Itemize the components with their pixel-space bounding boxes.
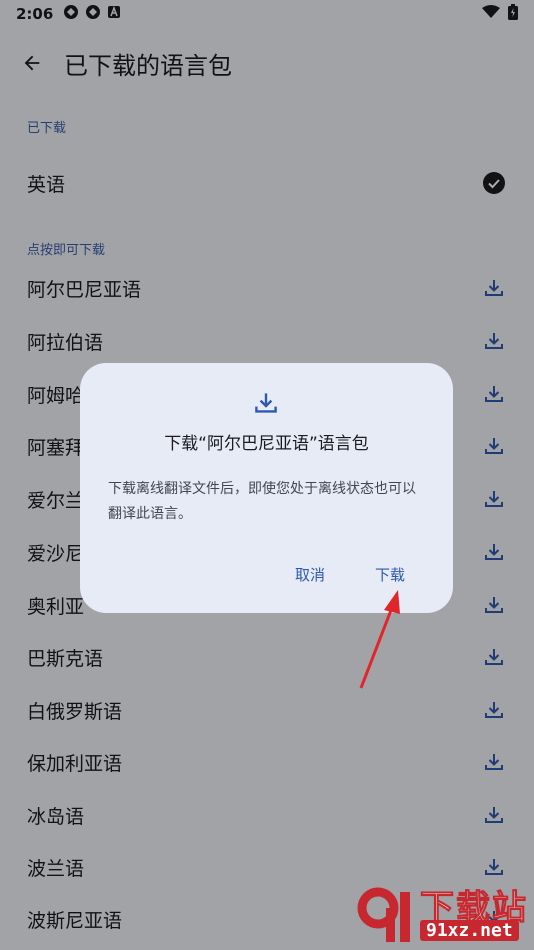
dialog-title: 下载“阿尔巴尼亚语”语言包 (164, 434, 369, 454)
download-button[interactable]: 下载 (365, 559, 415, 589)
watermark-logo-icon (357, 887, 410, 942)
watermark-url: 91xz.net (420, 920, 519, 941)
download-icon (255, 393, 277, 413)
dialog-message: 下载离线翻译文件后，即使您处于离线状态也可以翻译此语言。 (108, 481, 416, 522)
watermark: 下载站 91xz.net (354, 880, 528, 948)
download-dialog: 下载“阿尔巴尼亚语”语言包 下载离线翻译文件后，即使您处于离线状态也可以翻译此语… (80, 363, 453, 613)
cancel-button[interactable]: 取消 (285, 559, 335, 589)
